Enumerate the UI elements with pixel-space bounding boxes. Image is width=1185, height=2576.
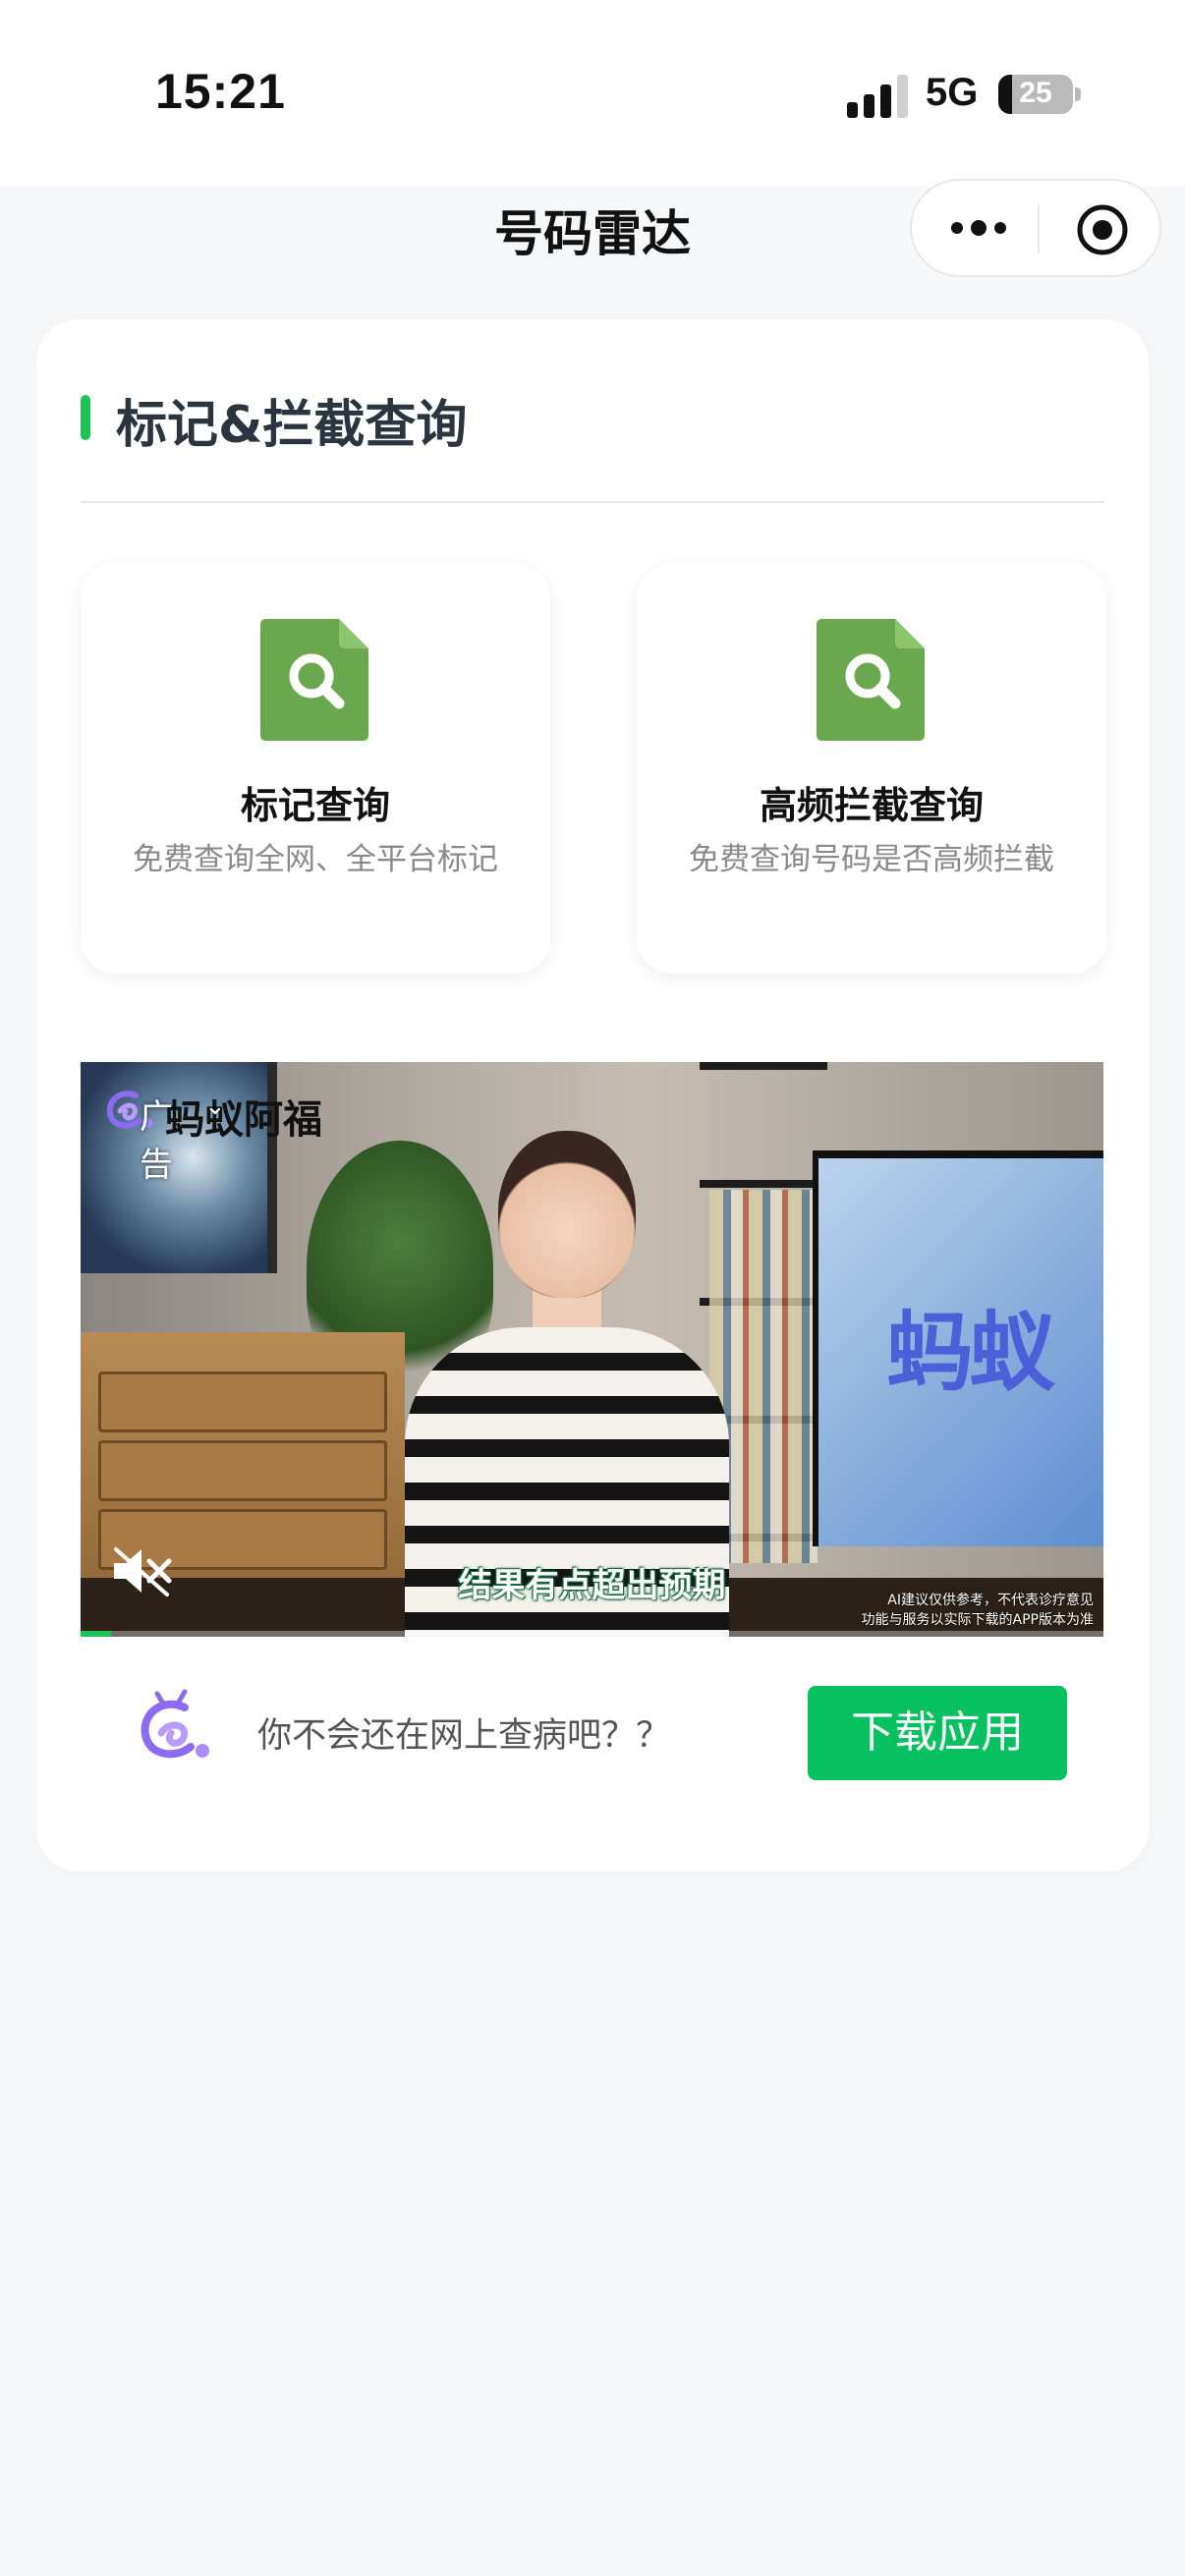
ad-video[interactable]: 蚂蚁 蚂蚁阿福 广告 ⌄ 结果有点超出预期 AI建议仅供参考，不代表诊疗意见 功… — [81, 1062, 1103, 1637]
capsule-divider — [1038, 204, 1040, 253]
download-app-button[interactable]: 下载应用 — [808, 1686, 1067, 1780]
ad-footer[interactable]: 你不会还在网上查病吧？？ 下载应用 — [81, 1637, 1103, 1827]
close-miniprogram-icon[interactable] — [1075, 202, 1130, 257]
app-logo-icon — [141, 1689, 209, 1759]
network-type: 5G — [926, 71, 979, 114]
section-title: 标记&拦截查询 — [116, 396, 468, 455]
battery-tip — [1075, 87, 1081, 101]
tv-logo-text: 蚂蚁 — [886, 1302, 1055, 1403]
ad-footer-text: 你不会还在网上查病吧？？ — [257, 1716, 671, 1756]
ad-badge[interactable]: 广告 — [140, 1090, 173, 1186]
tile-title: 高频拦截查询 — [759, 784, 984, 827]
battery-level: 25 — [1019, 77, 1052, 109]
section-divider — [81, 501, 1104, 503]
tile-description: 免费查询号码是否高频拦截 — [689, 842, 1054, 877]
cellular-signal-icon — [847, 75, 908, 118]
status-time: 15:21 — [155, 64, 286, 119]
mark-query-tile[interactable]: 标记查询 免费查询全网、全平台标记 — [81, 563, 550, 974]
disclaimer-line: AI建议仅供参考，不代表诊疗意见 — [887, 1593, 1094, 1608]
status-bar: 15:21 5G 25 — [0, 0, 1185, 187]
battery-icon: 25 — [998, 75, 1073, 114]
ad-brand: 蚂蚁阿福 广告 ⌄ — [100, 1082, 322, 1185]
intercept-query-tile[interactable]: 高频拦截查询 免费查询号码是否高频拦截 — [637, 563, 1106, 974]
disclaimer-line: 功能与服务以实际下载的APP版本为准 — [861, 1612, 1094, 1628]
tile-description: 免费查询全网、全平台标记 — [133, 842, 498, 877]
file-search-icon — [817, 619, 925, 741]
chevron-down-icon[interactable]: ⌄ — [204, 1092, 226, 1121]
ad-brand-name: 蚂蚁阿福 — [165, 1097, 322, 1143]
more-options-icon[interactable] — [951, 206, 1049, 250]
section-accent-bar — [81, 395, 90, 440]
ad-disclaimer: AI建议仅供参考，不代表诊疗意见 功能与服务以实际下载的APP版本为准 — [862, 1591, 1094, 1630]
tile-title: 标记查询 — [240, 784, 390, 827]
file-search-icon — [260, 619, 368, 741]
miniprogram-capsule — [910, 179, 1161, 277]
